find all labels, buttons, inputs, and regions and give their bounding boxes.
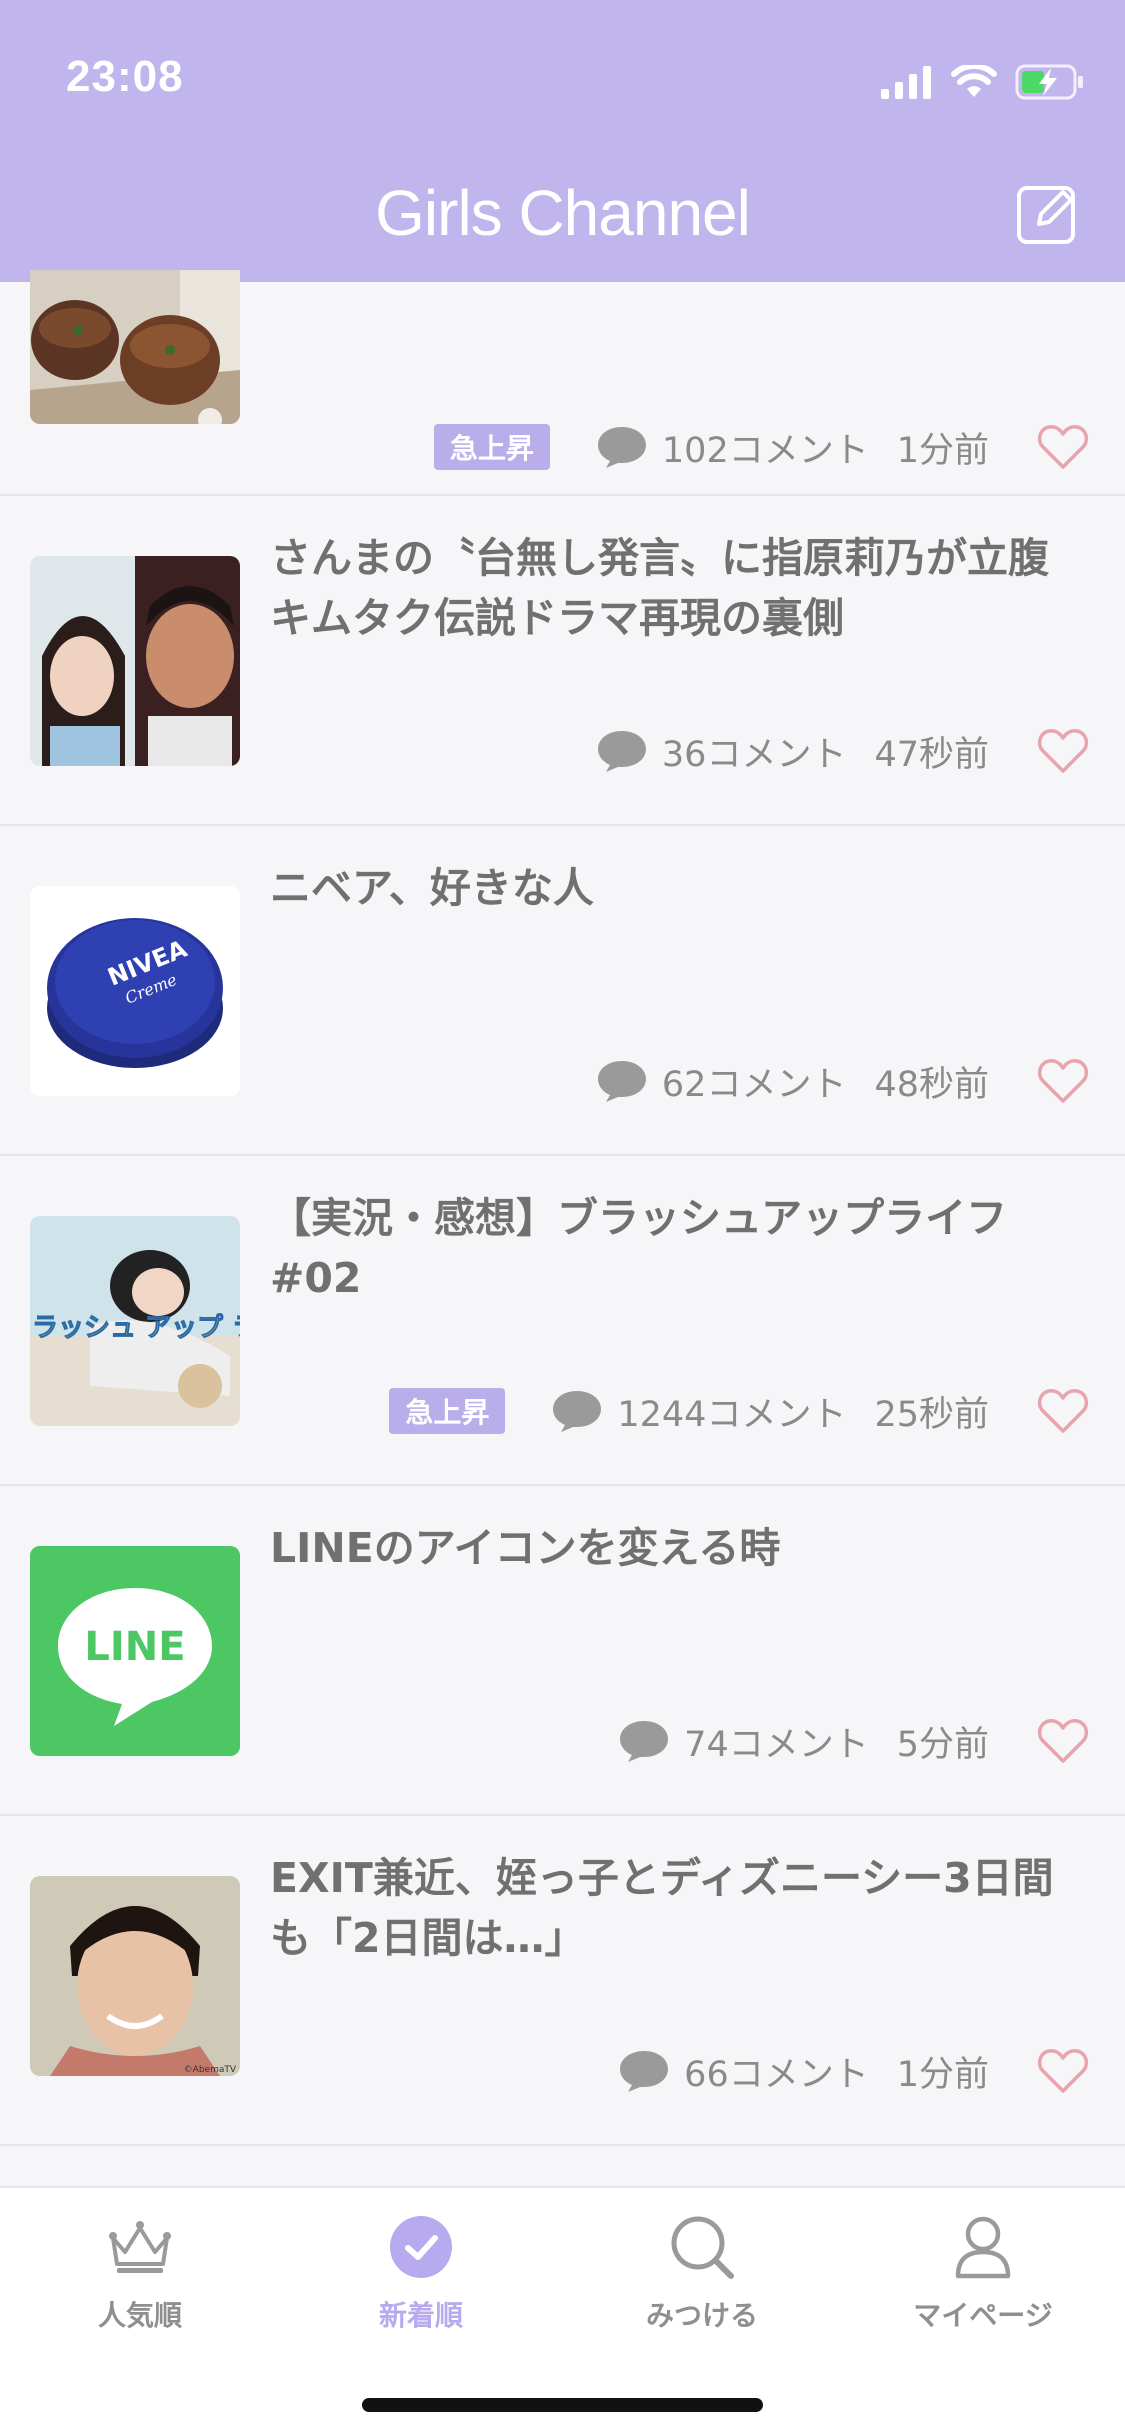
list-item[interactable]: 急上昇 102コメント 1分前 xyxy=(0,270,1125,496)
tab-mypage[interactable]: マイページ xyxy=(883,2212,1083,2334)
post-time: 5分前 xyxy=(896,1724,989,1765)
tab-bar: 人気順 新着順 みつける マイページ xyxy=(0,2186,1125,2436)
topic-meta: 62コメント 48秒前 xyxy=(596,1056,1089,1106)
people-image xyxy=(30,556,240,766)
comment-count: 102コメント xyxy=(661,430,869,471)
post-time: 47秒前 xyxy=(874,734,989,775)
takoyaki-image xyxy=(30,270,240,424)
heart-icon[interactable] xyxy=(1037,423,1089,471)
compose-icon[interactable] xyxy=(1015,182,1079,246)
comment-icon xyxy=(597,1061,646,1102)
comment-count: 62コメント xyxy=(661,1064,847,1105)
topic-title: ニベア、好きな人 xyxy=(270,864,594,912)
comment-count: 36コメント xyxy=(661,734,847,775)
thumbnail-nivea: NIVEA Creme xyxy=(30,886,240,1096)
heart-icon[interactable] xyxy=(1037,1387,1089,1435)
heart-icon[interactable] xyxy=(1037,1717,1089,1765)
topic-meta: 急上昇 1244コメント 25秒前 xyxy=(389,1386,1089,1436)
app-title: Girls Channel xyxy=(375,177,751,249)
thumbnail-drama: ラッシュ アップ ライフ xyxy=(30,1216,240,1426)
comment-count: 66コメント xyxy=(684,2054,869,2095)
comment-icon xyxy=(620,2051,669,2092)
status-icons xyxy=(881,58,1085,106)
tab-label: 人気順 xyxy=(97,2299,182,2332)
wifi-icon xyxy=(951,65,997,97)
tab-new[interactable]: 新着順 xyxy=(321,2212,521,2334)
thumbnail-person: ©AbemaTV xyxy=(30,1876,240,2076)
comment-count: 74コメント xyxy=(684,1724,869,1765)
search-icon xyxy=(671,2216,734,2279)
drama-title-text: ラッシュ アップ ライフ xyxy=(32,1313,240,1343)
list-item[interactable]: NIVEA Creme ニベア、好きな人 62コメント 48秒前 xyxy=(0,826,1125,1156)
status-time: 23:08 xyxy=(66,52,184,101)
topic-title: LINEのアイコンを変える時 xyxy=(270,1524,781,1572)
topic-title: 【実況・感想】ブラッシュアップライフ #02 xyxy=(270,1194,1008,1302)
topic-title: さんまの〝台無し発言〟に指原莉乃が立腹 キムタク伝説ドラマ再現の裏側 xyxy=(270,534,1090,642)
topic-title: EXIT兼近、姪っ子とディズニーシー3日間も「2日間は…」 xyxy=(270,1854,1054,1962)
thumbnail-line: LINE xyxy=(30,1546,240,1756)
comment-count: 1244コメント xyxy=(617,1394,847,1435)
heart-icon[interactable] xyxy=(1037,727,1089,775)
signal-icon xyxy=(881,66,931,99)
drama-image: ラッシュ アップ ライフ xyxy=(30,1216,240,1426)
post-time: 48秒前 xyxy=(874,1064,989,1105)
tab-popular[interactable]: 人気順 xyxy=(40,2212,240,2334)
comment-icon xyxy=(553,1391,602,1432)
topic-meta: 急上昇 102コメント 1分前 xyxy=(433,422,1089,472)
post-time: 1分前 xyxy=(896,430,989,471)
thumbnail-takoyaki xyxy=(30,270,240,424)
heart-icon[interactable] xyxy=(1037,2047,1089,2095)
battery-charging-icon xyxy=(1015,64,1083,100)
line-logo-image: LINE xyxy=(30,1546,240,1756)
nivea-image: NIVEA Creme xyxy=(30,886,240,1096)
list-item[interactable]: さんまの〝台無し発言〟に指原莉乃が立腹 キムタク伝説ドラマ再現の裏側 36コメン… xyxy=(0,496,1125,826)
tab-label: マイページ xyxy=(913,2299,1053,2332)
tab-label: 新着順 xyxy=(378,2299,463,2332)
trending-badge: 急上昇 xyxy=(433,424,550,470)
topic-meta: 66コメント 1分前 xyxy=(618,2046,1089,2096)
list-item[interactable]: ラッシュ アップ ライフ 【実況・感想】ブラッシュアップライフ #02 急上昇 … xyxy=(0,1156,1125,1486)
image-credit: ©AbemaTV xyxy=(184,2065,237,2075)
list-item[interactable]: ©AbemaTV EXIT兼近、姪っ子とディズニーシー3日間も「2日間は…」 6… xyxy=(0,1816,1125,2146)
thumbnail-people xyxy=(30,556,240,766)
line-logo-text: LINE xyxy=(84,1624,185,1670)
home-indicator xyxy=(362,2398,763,2412)
comment-icon xyxy=(597,731,646,772)
post-time: 1分前 xyxy=(896,2054,989,2095)
screen: 23:08 Girls Channel 急上昇 102コメント 1分前 さんまの… xyxy=(0,0,1125,2436)
comment-icon xyxy=(597,427,646,468)
trending-badge: 急上昇 xyxy=(389,1388,506,1434)
check-circle-icon xyxy=(390,2216,452,2278)
topic-meta: 36コメント 47秒前 xyxy=(596,726,1089,776)
heart-icon[interactable] xyxy=(1037,1057,1089,1105)
topic-meta: 74コメント 5分前 xyxy=(618,1716,1089,1766)
comment-icon xyxy=(620,1721,669,1762)
person-image: ©AbemaTV xyxy=(30,1876,240,2076)
tab-discover[interactable]: みつける xyxy=(602,2212,802,2334)
person-icon xyxy=(955,2216,1011,2279)
tab-label: みつける xyxy=(645,2299,758,2332)
app-header: 23:08 Girls Channel xyxy=(0,0,1125,282)
crown-icon xyxy=(109,2221,171,2273)
post-time: 25秒前 xyxy=(874,1394,989,1435)
list-item[interactable]: LINE LINEのアイコンを変える時 74コメント 5分前 xyxy=(0,1486,1125,1816)
